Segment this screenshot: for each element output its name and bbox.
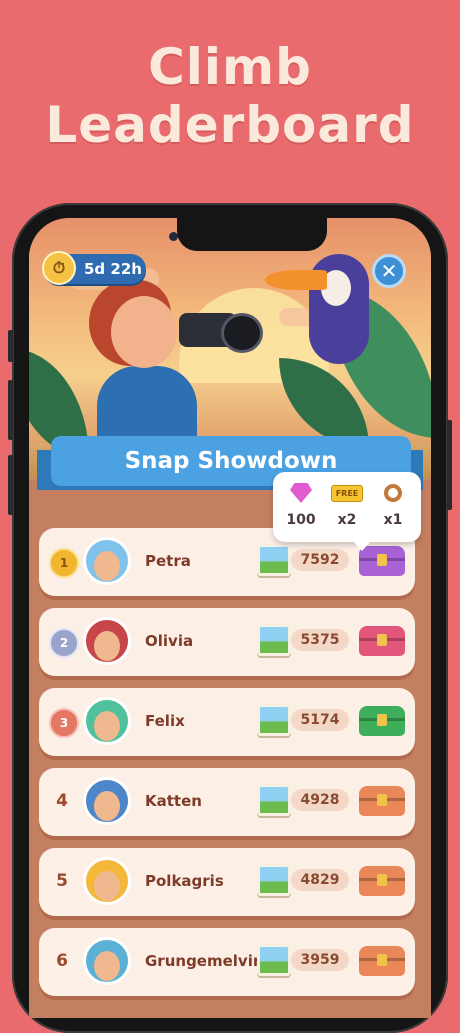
phone-side-button (8, 380, 13, 440)
toucan-beak (265, 270, 327, 290)
avatar (83, 777, 131, 825)
photo-icon (257, 624, 291, 656)
photo-icon (257, 784, 291, 816)
reward-ring: x1 (371, 480, 415, 528)
rank-number: 4 (56, 791, 68, 811)
player-name: Grungemelvin (145, 952, 264, 970)
headline: Climb Leaderboard (0, 38, 460, 154)
stopwatch-icon: ⏱ (42, 251, 76, 285)
gem-icon (290, 483, 312, 503)
reward-value: x2 (337, 512, 357, 528)
player-name: Petra (145, 552, 191, 570)
rank-medal-icon: 1 (49, 548, 79, 578)
avatar (83, 937, 131, 985)
rank-medal-icon: 2 (49, 628, 79, 658)
phone-side-button (447, 420, 452, 510)
photo-icon (257, 704, 291, 736)
avatar (83, 697, 131, 745)
player-name: Katten (145, 792, 202, 810)
ring-icon (384, 484, 402, 502)
reward-value: x1 (383, 512, 403, 528)
reward-free-ticket: FREE x2 (325, 480, 369, 528)
avatar-face (94, 631, 120, 661)
player-score: 4829 (291, 869, 349, 891)
rank-number: 6 (56, 951, 68, 971)
avatar-face (94, 871, 120, 901)
headline-line-1: Climb (148, 38, 312, 96)
leaderboard-row[interactable]: 6 Grungemelvin 3959 (39, 928, 415, 996)
reward-chest-icon[interactable] (359, 866, 405, 896)
leaderboard-row[interactable]: 5 Polkagris 4829 (39, 848, 415, 916)
player-score: 3959 (291, 949, 349, 971)
event-timer: ⏱ 5d 22h (42, 251, 146, 285)
avatar-face (94, 791, 120, 821)
free-ticket-icon: FREE (330, 484, 364, 502)
player-name: Felix (145, 712, 185, 730)
reward-chest-icon[interactable] (359, 786, 405, 816)
front-camera (169, 232, 178, 241)
rank-number: 5 (56, 871, 68, 891)
game-screen: ⏱ 5d 22h ✕ Snap Showdown 100 FREE x2 x1 … (29, 218, 431, 1018)
phone-side-button (8, 455, 13, 515)
camera-lens (221, 313, 263, 353)
reward-chest-icon[interactable] (359, 946, 405, 976)
rewards-tooltip: 100 FREE x2 x1 (273, 472, 421, 551)
reward-value: 100 (286, 512, 316, 528)
close-button[interactable]: ✕ (372, 254, 406, 288)
leaderboard-row[interactable]: 3 Felix 5174 (39, 688, 415, 756)
avatar-face (94, 711, 120, 741)
leaderboard-row[interactable]: 2 Olivia 5375 (39, 608, 415, 676)
event-title: Snap Showdown (124, 448, 338, 474)
reward-chest-icon[interactable] (359, 706, 405, 736)
photo-icon (257, 944, 291, 976)
avatar-face (94, 951, 120, 981)
avatar-face (94, 551, 120, 581)
rank-medal-icon: 3 (49, 708, 79, 738)
photographer-body (97, 366, 197, 446)
timer-text: 5d 22h (84, 260, 142, 278)
leaderboard-row[interactable]: 4 Katten 4928 (39, 768, 415, 836)
avatar (83, 617, 131, 665)
headline-line-2: Leaderboard (45, 96, 415, 154)
reward-gems: 100 (279, 480, 323, 528)
photographer-head (111, 296, 177, 368)
player-name: Olivia (145, 632, 194, 650)
reward-chest-icon[interactable] (359, 626, 405, 656)
player-name: Polkagris (145, 872, 224, 890)
player-score: 5375 (291, 629, 349, 651)
player-score: 5174 (291, 709, 349, 731)
photo-icon (257, 544, 291, 576)
player-score: 4928 (291, 789, 349, 811)
avatar (83, 537, 131, 585)
photo-icon (257, 864, 291, 896)
avatar (83, 857, 131, 905)
player-score: 7592 (291, 549, 349, 571)
phone-notch (177, 218, 327, 251)
phone-side-button (8, 330, 13, 362)
